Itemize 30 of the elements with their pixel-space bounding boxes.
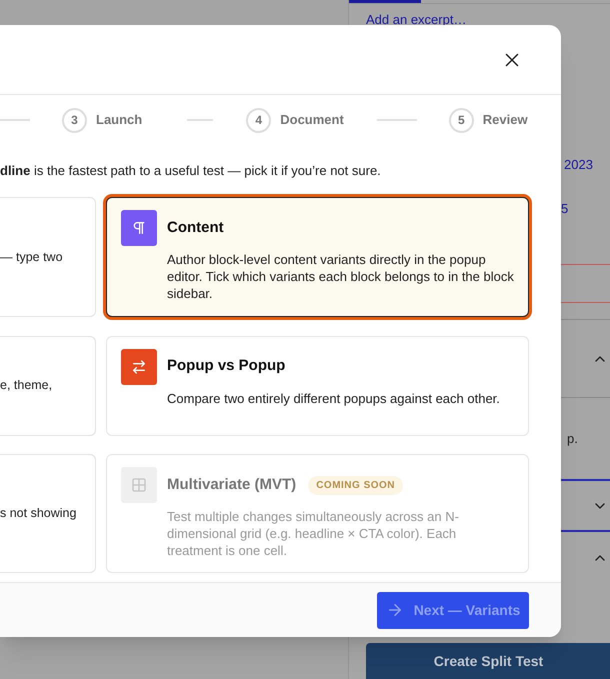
step-number: 5 [448, 108, 474, 132]
option-title: Multivariate (MVT) [167, 475, 296, 496]
create-split-test-button[interactable]: Create Split Test [366, 643, 610, 679]
coming-soon-badge: COMING SOON [308, 476, 404, 495]
step-number: 3 [62, 108, 87, 132]
option-description: e, theme, [0, 377, 52, 394]
option-card[interactable]: s not showing [0, 454, 96, 574]
option-title: Content [167, 218, 224, 238]
add-excerpt-link[interactable]: Add an excerpt… [366, 12, 466, 27]
date-text: 2023 [564, 157, 593, 172]
option-description: s not showing [0, 505, 76, 522]
step-label: Document [280, 111, 344, 130]
paragraph-fragment: p. [567, 430, 578, 448]
grid-icon [131, 477, 147, 494]
option-card[interactable]: Content Author block-level content variants directly in the popup editor. Tick which variants each block belongs to in the block sidebar. [106, 197, 529, 317]
option-card[interactable]: e, theme, [0, 336, 96, 436]
option-description: — type two [0, 248, 63, 266]
option-card[interactable]: Popup vs Popup Compare two entirely different popups against each other. [106, 336, 529, 436]
pilcrow-icon [131, 220, 147, 236]
number-text: 5 [561, 201, 568, 216]
intro-text: dline is the fastest path to a useful test — pick it if you’re not sure. [0, 163, 381, 178]
step-label: Review [482, 111, 528, 130]
option-description: Author block-level content variants directly in the popup editor. Tick which variants each block belongs to in the block sidebar. [167, 251, 514, 302]
option-description: Test multiple changes simultaneously across an N-dimensional grid (e.g. headline × CTA color). Each treatment is one cell. [167, 508, 460, 560]
swap-arrows-icon [131, 358, 147, 375]
option-card[interactable]: — type two [0, 197, 96, 317]
option-description: Compare two entirely different popups against each other. [167, 390, 500, 407]
step-number: 4 [246, 108, 272, 132]
step-label: Launch [96, 111, 142, 130]
option-title: Popup vs Popup [167, 356, 286, 376]
